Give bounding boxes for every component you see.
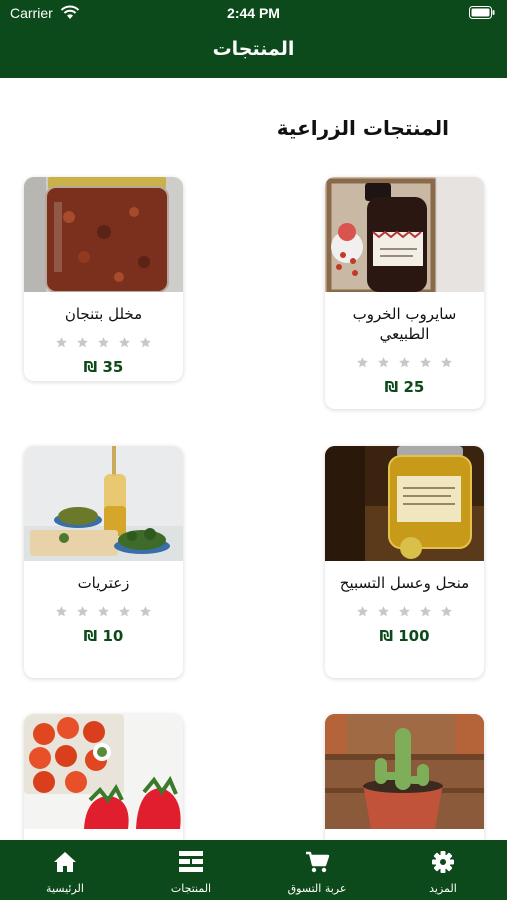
rating-stars[interactable] xyxy=(325,354,484,370)
star-icon[interactable] xyxy=(419,356,432,369)
product-price: 10 ₪ xyxy=(83,627,124,645)
star-icon[interactable] xyxy=(356,605,369,618)
tab-products[interactable]: المنتجات xyxy=(128,840,254,900)
status-bar: Carrier 2:44 PM xyxy=(0,0,507,26)
star-icon[interactable] xyxy=(398,356,411,369)
product-image xyxy=(325,446,484,561)
app-header: المنتجات xyxy=(0,26,507,78)
tab-label: المزيد xyxy=(429,882,457,895)
product-price: 25 ₪ xyxy=(384,378,425,396)
battery-icon xyxy=(469,6,495,19)
star-icon[interactable] xyxy=(419,605,432,618)
star-icon[interactable] xyxy=(377,605,390,618)
star-icon[interactable] xyxy=(118,605,131,618)
tab-label: عربة التسوق xyxy=(287,882,347,895)
rating-stars[interactable] xyxy=(325,603,484,619)
product-card[interactable]: مخلل بتنجان 35 ₪ xyxy=(24,177,183,381)
product-image xyxy=(24,446,183,561)
star-icon[interactable] xyxy=(55,605,68,618)
products-list-icon xyxy=(179,851,203,872)
product-price: 100 ₪ xyxy=(379,627,430,645)
product-name: منحل وعسل التسبيح xyxy=(339,574,470,592)
products-screen: Carrier 2:44 PM المنتجات المنتجات الزراع… xyxy=(0,0,507,900)
product-card[interactable]: سايروب الخروب الطبيعي 25 ₪ xyxy=(325,177,484,409)
star-icon[interactable] xyxy=(139,336,152,349)
product-image xyxy=(325,177,484,292)
star-icon[interactable] xyxy=(440,605,453,618)
product-price: 35 ₪ xyxy=(83,358,124,376)
star-icon[interactable] xyxy=(440,356,453,369)
product-card[interactable]: منحل وعسل التسبيح 100 ₪ xyxy=(325,446,484,678)
product-image xyxy=(24,714,183,829)
star-icon[interactable] xyxy=(76,336,89,349)
star-icon[interactable] xyxy=(139,605,152,618)
gear-icon xyxy=(432,851,454,873)
product-image xyxy=(24,177,183,292)
star-icon[interactable] xyxy=(55,336,68,349)
star-icon[interactable] xyxy=(398,605,411,618)
star-icon[interactable] xyxy=(97,605,110,618)
product-card[interactable]: زعتريات 10 ₪ xyxy=(24,446,183,678)
tab-cart[interactable]: عربة التسوق xyxy=(254,840,380,900)
rating-stars[interactable] xyxy=(24,603,183,619)
star-icon[interactable] xyxy=(97,336,110,349)
tab-label: المنتجات xyxy=(170,882,212,895)
tab-label: الرئيسية xyxy=(46,882,84,895)
product-image xyxy=(325,714,484,829)
star-icon[interactable] xyxy=(76,605,89,618)
product-name: زعتريات xyxy=(77,574,130,592)
star-icon[interactable] xyxy=(118,336,131,349)
clock-label: 2:44 PM xyxy=(227,5,280,21)
cart-icon xyxy=(306,851,330,873)
star-icon[interactable] xyxy=(377,356,390,369)
home-icon xyxy=(54,852,76,872)
product-name: مخلل بتنجان xyxy=(64,305,143,323)
rating-stars[interactable] xyxy=(24,334,183,350)
tab-more[interactable]: المزيد xyxy=(380,840,506,900)
page-title: المنتجات xyxy=(212,38,295,60)
tab-bar: المزيد عربة التسوق المنتجات الرئيسية xyxy=(0,840,507,900)
tab-home[interactable]: الرئيسية xyxy=(2,840,128,900)
star-icon[interactable] xyxy=(356,356,369,369)
product-name: سايروب الخروب الطبيعي xyxy=(352,305,457,343)
section-title: المنتجات الزراعية xyxy=(276,116,449,140)
